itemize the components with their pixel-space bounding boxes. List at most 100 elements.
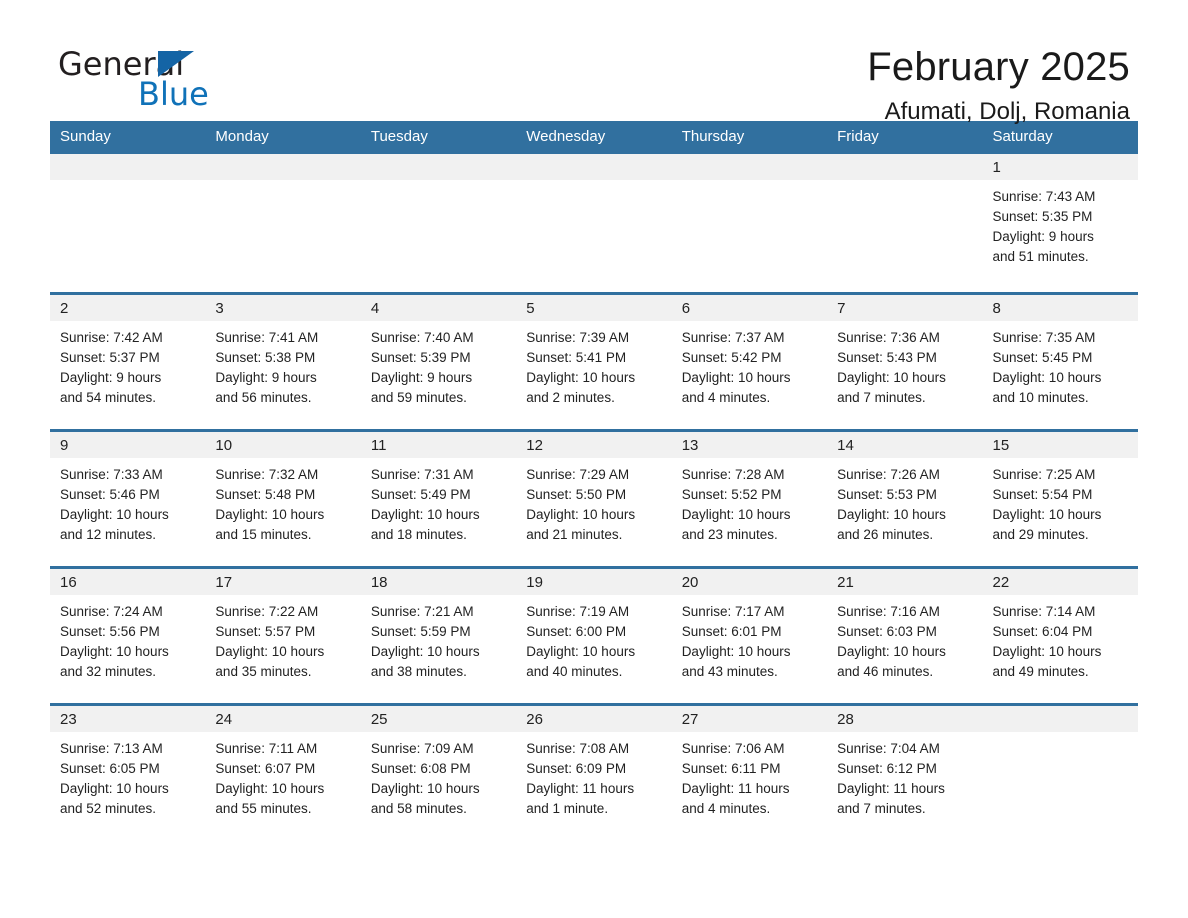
daylight-text-line1: Daylight: 10 hours	[60, 644, 169, 659]
day-details: Sunrise: 7:26 AM Sunset: 5:53 PM Dayligh…	[827, 458, 982, 566]
sunset-text: Sunset: 5:46 PM	[60, 487, 160, 502]
day-cell[interactable]: 1 Sunrise: 7:43 AM Sunset: 5:35 PM Dayli…	[982, 154, 1138, 294]
day-cell[interactable]: 15 Sunrise: 7:25 AM Sunset: 5:54 PM Dayl…	[982, 429, 1138, 568]
day-cell[interactable]: 4 Sunrise: 7:40 AM Sunset: 5:39 PM Dayli…	[360, 292, 517, 431]
day-details: Sunrise: 7:31 AM Sunset: 5:49 PM Dayligh…	[361, 458, 516, 566]
day-details	[983, 732, 1138, 836]
day-number	[827, 154, 983, 180]
day-cell[interactable]: 3 Sunrise: 7:41 AM Sunset: 5:38 PM Dayli…	[205, 292, 361, 431]
daylight-text-line1: Daylight: 10 hours	[215, 507, 325, 522]
daylight-text-line1: Daylight: 10 hours	[215, 781, 325, 796]
day-number: 2	[50, 295, 206, 321]
sunrise-text: Sunrise: 7:29 AM	[526, 467, 630, 482]
day-cell[interactable]: 14 Sunrise: 7:26 AM Sunset: 5:53 PM Dayl…	[827, 429, 983, 568]
day-cell[interactable]: 28 Sunrise: 7:04 AM Sunset: 6:12 PM Dayl…	[827, 703, 983, 836]
day-cell[interactable]: 13 Sunrise: 7:28 AM Sunset: 5:52 PM Dayl…	[671, 429, 828, 568]
day-cell[interactable]: 16 Sunrise: 7:24 AM Sunset: 5:56 PM Dayl…	[50, 566, 206, 705]
sunrise-text: Sunrise: 7:21 AM	[370, 604, 474, 619]
day-number: 19	[516, 569, 672, 595]
sunset-text: Sunset: 5:35 PM	[992, 209, 1093, 224]
day-number	[360, 154, 517, 180]
day-details: Sunrise: 7:32 AM Sunset: 5:48 PM Dayligh…	[205, 458, 360, 566]
daylight-text-line2: and 51 minutes.	[992, 249, 1089, 264]
day-number: 28	[827, 706, 983, 732]
sunrise-text: Sunrise: 7:37 AM	[681, 330, 785, 345]
day-cell[interactable]: 27 Sunrise: 7:06 AM Sunset: 6:11 PM Dayl…	[671, 703, 828, 836]
day-details: Sunrise: 7:40 AM Sunset: 5:39 PM Dayligh…	[361, 321, 516, 429]
sunset-text: Sunset: 5:49 PM	[370, 487, 471, 502]
daylight-text-line1: Daylight: 10 hours	[992, 370, 1102, 385]
day-cell[interactable]: 7 Sunrise: 7:36 AM Sunset: 5:43 PM Dayli…	[827, 292, 983, 431]
daylight-text-line1: Daylight: 10 hours	[526, 370, 636, 385]
sunrise-text: Sunrise: 7:24 AM	[60, 604, 163, 619]
daylight-text-line2: and 43 minutes.	[681, 664, 778, 679]
sunrise-text: Sunrise: 7:08 AM	[526, 741, 630, 756]
day-cell[interactable]: 25 Sunrise: 7:09 AM Sunset: 6:08 PM Dayl…	[360, 703, 517, 836]
day-details: Sunrise: 7:17 AM Sunset: 6:01 PM Dayligh…	[672, 595, 827, 703]
sunset-text: Sunset: 5:42 PM	[681, 350, 782, 365]
day-cell[interactable]: 17 Sunrise: 7:22 AM Sunset: 5:57 PM Dayl…	[205, 566, 361, 705]
calendar-week-row: 16 Sunrise: 7:24 AM Sunset: 5:56 PM Dayl…	[50, 566, 1138, 705]
day-cell[interactable]	[982, 703, 1138, 836]
day-cell[interactable]: 10 Sunrise: 7:32 AM Sunset: 5:48 PM Dayl…	[205, 429, 361, 568]
daylight-text-line2: and 52 minutes.	[60, 801, 157, 816]
daylight-text-line2: and 7 minutes.	[837, 390, 926, 405]
daylight-text-line2: and 18 minutes.	[370, 527, 467, 542]
sunset-text: Sunset: 6:05 PM	[60, 761, 160, 776]
day-details: Sunrise: 7:14 AM Sunset: 6:04 PM Dayligh…	[983, 595, 1138, 703]
day-cell[interactable]: 21 Sunrise: 7:16 AM Sunset: 6:03 PM Dayl…	[827, 566, 983, 705]
daylight-text-line1: Daylight: 10 hours	[837, 507, 946, 522]
day-cell[interactable]: 18 Sunrise: 7:21 AM Sunset: 5:59 PM Dayl…	[360, 566, 517, 705]
sunset-text: Sunset: 6:04 PM	[992, 624, 1093, 639]
day-cell[interactable]: 23 Sunrise: 7:13 AM Sunset: 6:05 PM Dayl…	[50, 703, 206, 836]
day-cell[interactable]: 20 Sunrise: 7:17 AM Sunset: 6:01 PM Dayl…	[671, 566, 828, 705]
day-cell[interactable]: 12 Sunrise: 7:29 AM Sunset: 5:50 PM Dayl…	[516, 429, 672, 568]
day-number: 25	[360, 706, 517, 732]
sunset-text: Sunset: 6:07 PM	[215, 761, 316, 776]
calendar-week-row: 1 Sunrise: 7:43 AM Sunset: 5:35 PM Dayli…	[50, 154, 1138, 294]
day-cell[interactable]: 6 Sunrise: 7:37 AM Sunset: 5:42 PM Dayli…	[671, 292, 828, 431]
day-cell[interactable]: 5 Sunrise: 7:39 AM Sunset: 5:41 PM Dayli…	[516, 292, 672, 431]
day-details: Sunrise: 7:28 AM Sunset: 5:52 PM Dayligh…	[672, 458, 827, 566]
daylight-text-line1: Daylight: 10 hours	[837, 644, 946, 659]
day-details: Sunrise: 7:16 AM Sunset: 6:03 PM Dayligh…	[827, 595, 982, 703]
sunset-text: Sunset: 5:57 PM	[215, 624, 316, 639]
day-cell[interactable]	[205, 154, 361, 294]
daylight-text-line1: Daylight: 10 hours	[992, 507, 1102, 522]
day-details: Sunrise: 7:24 AM Sunset: 5:56 PM Dayligh…	[50, 595, 205, 703]
day-number	[50, 154, 206, 180]
day-details: Sunrise: 7:41 AM Sunset: 5:38 PM Dayligh…	[205, 321, 360, 429]
day-number: 15	[982, 432, 1138, 458]
day-details	[361, 180, 516, 292]
sunrise-text: Sunrise: 7:33 AM	[60, 467, 163, 482]
day-cell[interactable]	[50, 154, 206, 294]
day-details: Sunrise: 7:42 AM Sunset: 5:37 PM Dayligh…	[50, 321, 205, 429]
day-cell[interactable]: 11 Sunrise: 7:31 AM Sunset: 5:49 PM Dayl…	[360, 429, 517, 568]
day-cell[interactable]: 26 Sunrise: 7:08 AM Sunset: 6:09 PM Dayl…	[516, 703, 672, 836]
sunset-text: Sunset: 5:38 PM	[215, 350, 316, 365]
day-details: Sunrise: 7:22 AM Sunset: 5:57 PM Dayligh…	[205, 595, 360, 703]
day-cell[interactable]: 8 Sunrise: 7:35 AM Sunset: 5:45 PM Dayli…	[982, 292, 1138, 431]
day-cell[interactable]: 24 Sunrise: 7:11 AM Sunset: 6:07 PM Dayl…	[205, 703, 361, 836]
sunset-text: Sunset: 5:56 PM	[60, 624, 160, 639]
calendar-week-row: 2 Sunrise: 7:42 AM Sunset: 5:37 PM Dayli…	[50, 292, 1138, 431]
sunset-text: Sunset: 6:11 PM	[681, 761, 781, 776]
day-cell[interactable]: 9 Sunrise: 7:33 AM Sunset: 5:46 PM Dayli…	[50, 429, 206, 568]
day-number: 8	[982, 295, 1138, 321]
day-cell[interactable]	[671, 154, 828, 294]
daylight-text-line1: Daylight: 10 hours	[681, 370, 791, 385]
sunset-text: Sunset: 5:53 PM	[837, 487, 937, 502]
day-cell[interactable]	[827, 154, 983, 294]
daylight-text-line2: and 4 minutes.	[681, 390, 771, 405]
sunset-text: Sunset: 6:01 PM	[681, 624, 782, 639]
day-details	[205, 180, 360, 292]
daylight-text-line2: and 7 minutes.	[837, 801, 926, 816]
day-cell[interactable]	[360, 154, 517, 294]
day-cell[interactable]: 22 Sunrise: 7:14 AM Sunset: 6:04 PM Dayl…	[982, 566, 1138, 705]
general-blue-logo[interactable]: General Blue	[58, 48, 258, 116]
day-cell[interactable]: 2 Sunrise: 7:42 AM Sunset: 5:37 PM Dayli…	[50, 292, 206, 431]
day-cell[interactable]: 19 Sunrise: 7:19 AM Sunset: 6:00 PM Dayl…	[516, 566, 672, 705]
day-cell[interactable]	[516, 154, 672, 294]
sunrise-text: Sunrise: 7:06 AM	[681, 741, 785, 756]
day-number: 16	[50, 569, 206, 595]
